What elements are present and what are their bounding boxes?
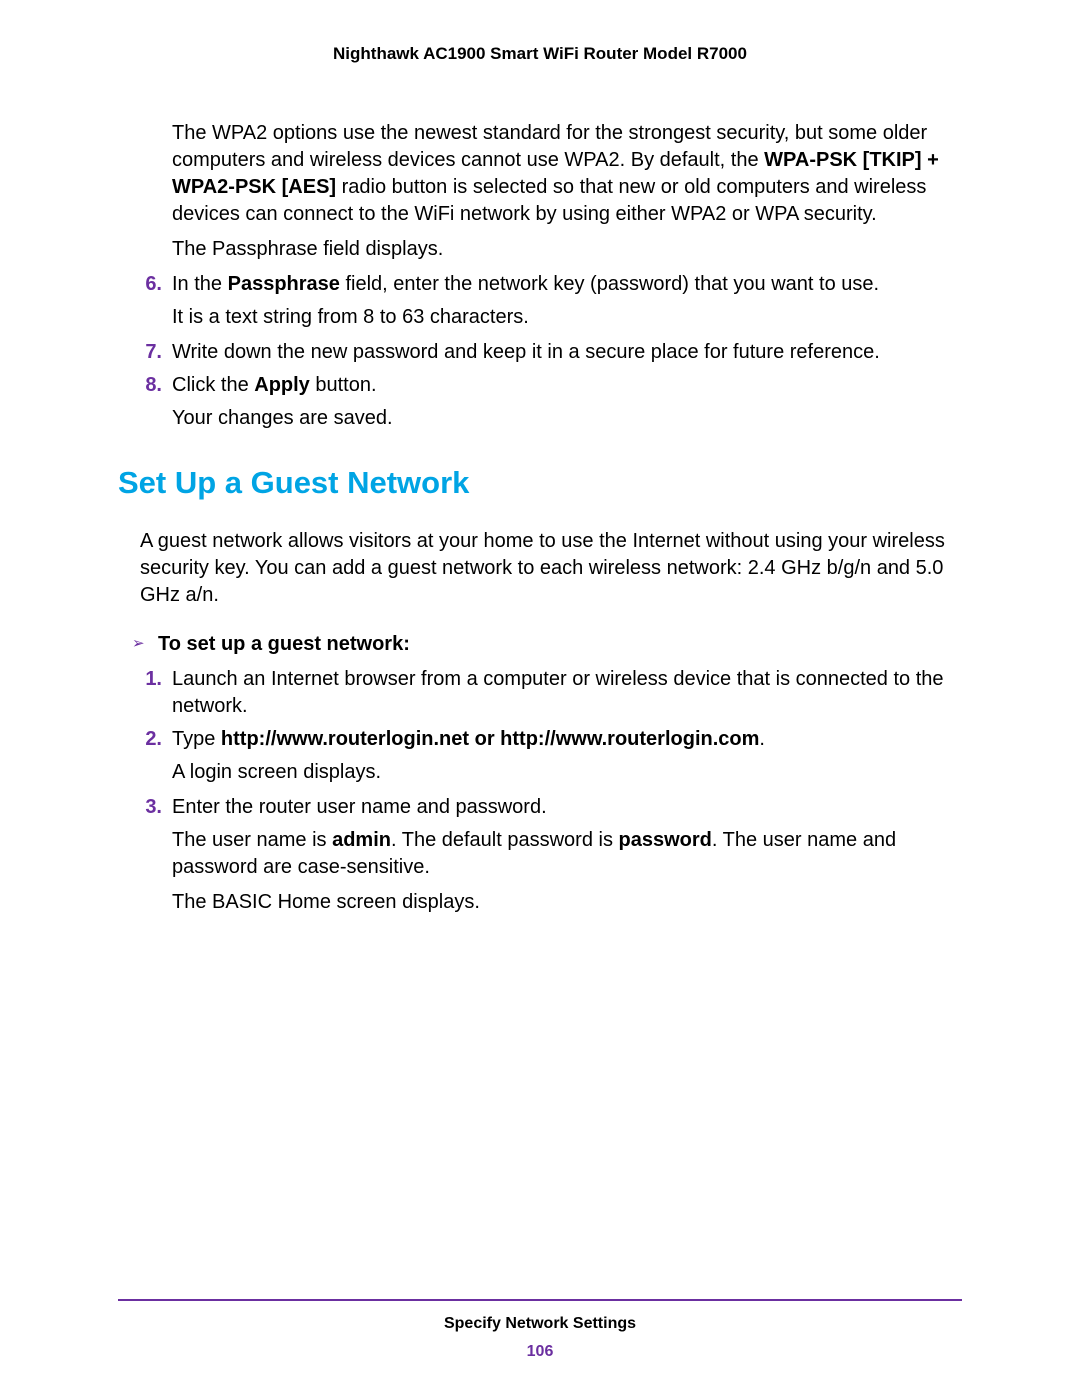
url-text: http://www.routerlogin.com [500, 728, 759, 750]
text: The user name is [172, 829, 332, 851]
text: . [759, 728, 765, 750]
proc-step-3-sub1: The user name is admin. The default pass… [172, 827, 962, 881]
procedure-heading: ➢ To set up a guest network: [132, 631, 962, 658]
text: . The default password is [391, 829, 619, 851]
step-6-sub: It is a text string from 8 to 63 charact… [172, 304, 962, 331]
step-text: In the Passphrase field, enter the netwo… [172, 271, 962, 298]
step-8-sub: Your changes are saved. [172, 405, 962, 432]
text: Click the [172, 374, 254, 396]
step-6: 6. In the Passphrase field, enter the ne… [118, 271, 962, 298]
step-number: 7. [132, 339, 162, 366]
text-bold: Passphrase [228, 273, 340, 295]
step-number: 3. [132, 794, 162, 821]
text: In the [172, 273, 228, 295]
step-text: Write down the new password and keep it … [172, 339, 962, 366]
text-bold: Apply [254, 374, 310, 396]
page-content: The WPA2 options use the newest standard… [118, 120, 962, 924]
step-number: 1. [132, 666, 162, 720]
page-footer: Specify Network Settings 106 [118, 1299, 962, 1361]
manual-page: Nighthawk AC1900 Smart WiFi Router Model… [0, 0, 1080, 1397]
proc-step-2-sub: A login screen displays. [172, 759, 962, 786]
text-bold: admin [332, 829, 391, 851]
text-bold: password [619, 829, 712, 851]
proc-step-3: 3. Enter the router user name and passwo… [118, 794, 962, 821]
step-7: 7. Write down the new password and keep … [118, 339, 962, 366]
footer-rule [118, 1299, 962, 1301]
step-text: Click the Apply button. [172, 372, 962, 399]
step-text: Launch an Internet browser from a comput… [172, 666, 962, 720]
text: Type [172, 728, 221, 750]
wpa2-paragraph: The WPA2 options use the newest standard… [172, 120, 962, 228]
arrow-icon: ➢ [132, 631, 158, 657]
procedure-title: To set up a guest network: [158, 631, 410, 658]
step-text: Enter the router user name and password. [172, 794, 962, 821]
page-header: Nighthawk AC1900 Smart WiFi Router Model… [0, 44, 1080, 64]
step-number: 2. [132, 726, 162, 753]
footer-chapter: Specify Network Settings [118, 1315, 962, 1333]
url-text: http://www.routerlogin.net [221, 728, 469, 750]
text: field, enter the network key (password) … [340, 273, 879, 295]
step-8: 8. Click the Apply button. [118, 372, 962, 399]
text: button. [310, 374, 377, 396]
step-number: 8. [132, 372, 162, 399]
proc-step-2: 2. Type http://www.routerlogin.net or ht… [118, 726, 962, 753]
step-text: Type http://www.routerlogin.net or http:… [172, 726, 962, 753]
passphrase-displays: The Passphrase field displays. [172, 236, 962, 263]
step-number: 6. [132, 271, 162, 298]
proc-step-3-sub2: The BASIC Home screen displays. [172, 889, 962, 916]
guest-network-intro: A guest network allows visitors at your … [140, 528, 962, 609]
proc-step-1: 1. Launch an Internet browser from a com… [118, 666, 962, 720]
text: or [469, 728, 500, 750]
section-heading-guest-network: Set Up a Guest Network [118, 462, 962, 504]
footer-page-number: 106 [118, 1343, 962, 1361]
